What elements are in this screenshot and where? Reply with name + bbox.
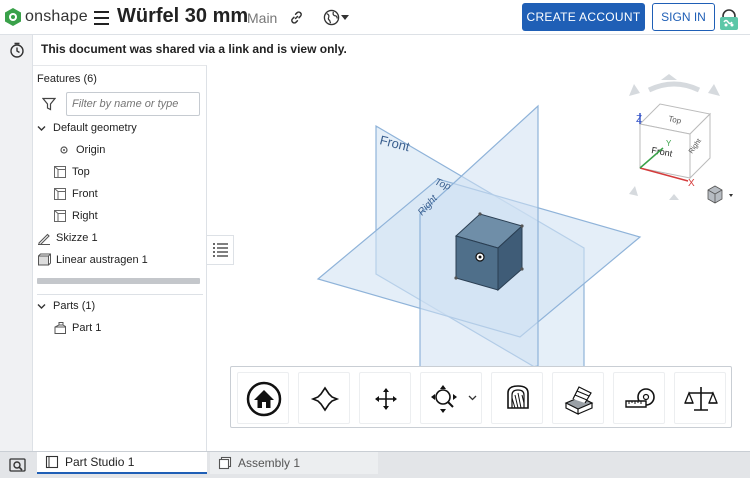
tree-item-right[interactable]: Right: [53, 206, 98, 226]
home-view-button[interactable]: [237, 372, 289, 424]
left-rail: [0, 35, 33, 452]
chevron-down-icon[interactable]: [37, 302, 46, 311]
origin-icon: [60, 146, 68, 154]
app-root: onshape Würfel 30 mm Main CREATE ACCOUNT…: [0, 0, 750, 478]
tree-item-default-geometry[interactable]: Default geometry: [37, 118, 137, 138]
pan-button[interactable]: [359, 372, 411, 424]
sign-in-button[interactable]: SIGN IN: [652, 3, 715, 31]
fit-icon: [310, 386, 340, 412]
tab-label: Assembly 1: [238, 456, 301, 470]
feature-panel: Features (6) Default geometry Origin Top…: [33, 65, 207, 451]
filter-icon[interactable]: [42, 97, 56, 111]
render-button[interactable]: [552, 372, 604, 424]
axis-z-label: Z: [636, 114, 642, 125]
tree-item-label: Parts (1): [53, 300, 96, 312]
axis-x-label: X: [688, 178, 695, 189]
tree-item-origin[interactable]: Origin: [57, 140, 105, 160]
tab-bar: Part Studio 1 Assembly 1: [0, 451, 750, 478]
mass-properties-button[interactable]: [674, 372, 726, 424]
document-title: Würfel 30 mm: [117, 5, 249, 27]
history-icon[interactable]: [9, 42, 25, 58]
view-toolbar: [230, 366, 732, 428]
plane-icon: [54, 188, 66, 200]
tree-item-label: Right: [72, 210, 98, 222]
plane-icon: [54, 210, 66, 222]
mass-properties-icon: [684, 387, 718, 411]
measure-button[interactable]: [613, 372, 665, 424]
top-bar: onshape Würfel 30 mm Main CREATE ACCOUNT…: [0, 0, 750, 35]
axis-y-label: Y: [666, 139, 672, 148]
view-only-notice: This document was shared via a link and …: [41, 42, 347, 56]
chevron-down-icon[interactable]: [341, 15, 349, 20]
tree-item-parts[interactable]: Parts (1): [37, 296, 95, 316]
section-view-icon: [507, 385, 529, 409]
tree-item-front[interactable]: Front: [53, 184, 98, 204]
zoom-button[interactable]: [420, 372, 482, 424]
search-tabs-icon[interactable]: [9, 457, 26, 473]
render-mode-icon[interactable]: [707, 185, 733, 204]
tree-item-label: Part 1: [72, 322, 102, 334]
sketch-icon: [38, 233, 50, 245]
tab-part-studio[interactable]: Part Studio 1: [37, 452, 207, 474]
fit-button[interactable]: [298, 372, 350, 424]
tree-item-part[interactable]: Part 1: [53, 318, 101, 338]
extrude-icon: [38, 253, 51, 266]
brand-name: onshape: [25, 8, 88, 25]
pan-icon: [375, 388, 397, 410]
home-view-icon: [246, 381, 282, 417]
tab-assembly[interactable]: Assembly 1: [210, 452, 378, 474]
create-account-button[interactable]: CREATE ACCOUNT: [522, 3, 645, 31]
panel-divider: [37, 294, 203, 295]
tree-item-label: Front: [72, 188, 98, 200]
onshape-logo-icon[interactable]: [4, 7, 22, 27]
plane-icon: [54, 166, 66, 178]
tree-item-label: Default geometry: [53, 122, 137, 134]
hamburger-menu-icon[interactable]: [94, 11, 109, 25]
tree-item-label: Top: [72, 166, 90, 178]
tree-item-label: Skizze 1: [56, 232, 98, 244]
feature-list-scrollbar[interactable]: [37, 278, 200, 284]
view-cube-icon[interactable]: Top Front Right Z X Y: [629, 74, 720, 200]
help-icon[interactable]: [719, 8, 739, 32]
tree-item-sketch[interactable]: Skizze 1: [37, 228, 98, 248]
section-view-button[interactable]: [491, 372, 543, 424]
tree-item-label: Origin: [76, 144, 106, 156]
tree-item-label: Linear austragen 1: [56, 254, 148, 266]
workspace-branch: Main: [247, 10, 278, 26]
features-heading: Features (6): [37, 73, 97, 85]
assembly-icon: [218, 456, 232, 470]
globe-icon[interactable]: [323, 9, 340, 26]
link-icon[interactable]: [289, 10, 304, 25]
chevron-down-icon[interactable]: [37, 124, 46, 133]
feature-filter-input[interactable]: [66, 92, 200, 116]
render-icon: [564, 386, 594, 415]
part-studio-icon: [45, 455, 59, 469]
tree-item-extrude[interactable]: Linear austragen 1: [37, 250, 148, 270]
part-icon: [54, 322, 66, 334]
measure-icon: [625, 388, 655, 408]
tree-item-top[interactable]: Top: [53, 162, 90, 182]
zoom-icon: [431, 385, 477, 413]
tab-label: Part Studio 1: [65, 455, 135, 469]
